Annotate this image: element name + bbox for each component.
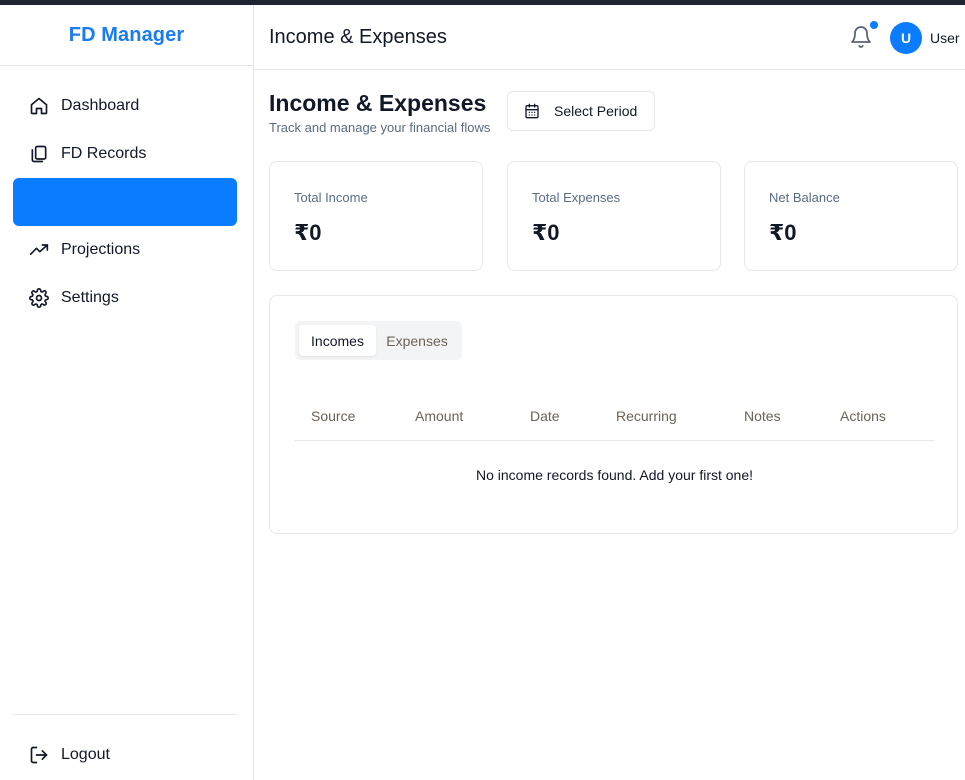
card-value: ₹0 <box>532 220 560 245</box>
sidebar-item-settings[interactable]: Settings <box>13 274 237 322</box>
card-label: Net Balance <box>769 190 840 205</box>
user-name[interactable]: User <box>930 30 960 46</box>
copy-icon <box>29 144 49 164</box>
sidebar-item-fd-records[interactable]: FD Records <box>13 130 237 178</box>
tab-expenses[interactable]: Expenses <box>376 325 458 356</box>
logout-button[interactable]: Logout <box>13 731 237 779</box>
logout-icon <box>29 745 49 765</box>
column-header-notes: Notes <box>744 408 781 424</box>
sidebar-item-label: Projections <box>61 241 141 258</box>
sidebar-item-active[interactable] <box>13 178 237 226</box>
column-header-actions: Actions <box>840 408 886 424</box>
sidebar-item-label: Dashboard <box>61 97 140 114</box>
top-header: Income & Expenses U User <box>254 5 965 70</box>
header-title: Income & Expenses <box>269 26 447 48</box>
card-label: Total Income <box>294 190 368 205</box>
sidebar-item-label: FD Records <box>61 145 147 162</box>
records-tabs: Incomes Expenses <box>295 321 462 360</box>
card-value: ₹0 <box>294 220 322 245</box>
table-header: Source Amount Date Recurring Notes Actio… <box>295 392 934 441</box>
home-icon <box>29 96 49 116</box>
total-expenses-card: Total Expenses ₹0 <box>507 161 721 271</box>
sidebar-item-projections[interactable]: Projections <box>13 226 237 274</box>
card-value: ₹0 <box>769 220 797 245</box>
sidebar: FD Manager Dashboard FD Records Projecti… <box>0 5 254 780</box>
sidebar-nav: Dashboard FD Records Projections Setting… <box>13 82 237 322</box>
sidebar-divider <box>13 714 237 715</box>
calendar-icon <box>524 103 540 119</box>
logout-label: Logout <box>61 746 110 763</box>
sidebar-item-label: Settings <box>61 289 119 306</box>
column-header-source: Source <box>311 408 356 424</box>
card-label: Total Expenses <box>532 190 621 205</box>
net-balance-card: Net Balance ₹0 <box>744 161 958 271</box>
total-income-card: Total Income ₹0 <box>269 161 483 271</box>
avatar[interactable]: U <box>890 22 922 54</box>
brand[interactable]: FD Manager <box>0 5 253 66</box>
select-period-label: Select Period <box>554 103 638 119</box>
column-header-recurring: Recurring <box>616 408 677 424</box>
trending-up-icon <box>29 240 49 260</box>
select-period-button[interactable]: Select Period <box>507 91 655 131</box>
column-header-amount: Amount <box>415 408 464 424</box>
sidebar-item-dashboard[interactable]: Dashboard <box>13 82 237 130</box>
gear-icon <box>29 288 49 308</box>
page-title: Income & Expenses <box>269 90 487 116</box>
column-header-date: Date <box>530 408 560 424</box>
page-subtitle: Track and manage your financial flows <box>269 120 491 135</box>
brand-name[interactable]: FD Manager <box>69 24 184 47</box>
notification-dot <box>870 21 878 29</box>
bell-icon[interactable] <box>849 24 873 50</box>
records-panel: Incomes Expenses Source Amount Date Recu… <box>269 295 958 534</box>
logout-section: Logout <box>13 731 237 779</box>
empty-state-message: No income records found. Add your first … <box>475 467 754 483</box>
tab-incomes[interactable]: Incomes <box>299 325 376 356</box>
